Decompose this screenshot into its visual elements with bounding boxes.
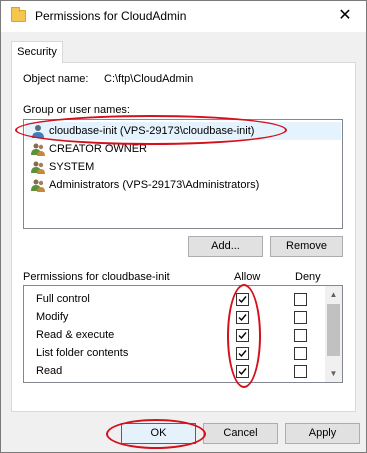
- allow-column-header: Allow: [234, 271, 261, 283]
- permission-name: Read: [36, 365, 63, 377]
- close-button[interactable]: ✕: [324, 1, 366, 31]
- user-name: CREATOR OWNER: [49, 143, 147, 155]
- list-item[interactable]: cloudbase-init (VPS-29173\cloudbase-init…: [25, 122, 341, 140]
- apply-button[interactable]: Apply: [285, 423, 360, 444]
- ok-button[interactable]: OK: [121, 423, 196, 444]
- table-row: Full control: [24, 291, 324, 309]
- remove-button[interactable]: Remove: [270, 236, 343, 257]
- folder-icon: [11, 7, 26, 22]
- permission-name: Modify: [36, 311, 69, 323]
- user-name: Administrators (VPS-29173\Administrators…: [49, 179, 260, 191]
- scroll-thumb[interactable]: [327, 304, 340, 356]
- users-group-icon: [31, 161, 45, 174]
- object-name-label: Object name:: [23, 73, 89, 85]
- user-name: SYSTEM: [49, 161, 95, 173]
- permissions-list: Full control Modify Read & execute List …: [23, 285, 343, 383]
- users-group-icon: [31, 143, 45, 156]
- deny-modify-checkbox[interactable]: [294, 311, 307, 324]
- group-or-user-names-label: Group or user names:: [23, 104, 130, 116]
- object-name-value: C:\ftp\CloudAdmin: [104, 73, 194, 85]
- table-row: Modify: [24, 309, 324, 327]
- allow-modify-checkbox[interactable]: [236, 311, 249, 324]
- deny-full-control-checkbox[interactable]: [294, 293, 307, 306]
- permissions-label: Permissions for cloudbase-init: [23, 271, 170, 283]
- users-group-icon: [31, 179, 45, 192]
- allow-read-execute-checkbox[interactable]: [236, 329, 249, 342]
- scroll-down-arrow-icon[interactable]: ▼: [325, 365, 342, 382]
- permission-name: Read & execute: [36, 329, 115, 341]
- cancel-button[interactable]: Cancel: [203, 423, 278, 444]
- list-item[interactable]: Administrators (VPS-29173\Administrators…: [25, 176, 341, 194]
- deny-read-execute-checkbox[interactable]: [294, 329, 307, 342]
- permissions-dialog: Permissions for CloudAdmin ✕ Security Ob…: [0, 0, 367, 453]
- table-row: Read: [24, 363, 324, 381]
- permission-name: Full control: [36, 293, 90, 305]
- user-icon: [32, 125, 44, 138]
- tab-security[interactable]: Security: [11, 41, 63, 63]
- table-row: List folder contents: [24, 345, 324, 363]
- allow-list-folder-contents-checkbox[interactable]: [236, 347, 249, 360]
- allow-read-checkbox[interactable]: [236, 365, 249, 378]
- window-title: Permissions for CloudAdmin: [35, 9, 187, 23]
- scroll-up-arrow-icon[interactable]: ▲: [325, 286, 342, 303]
- title-bar: Permissions for CloudAdmin ✕: [1, 1, 366, 32]
- permission-name: List folder contents: [36, 347, 129, 359]
- list-item[interactable]: SYSTEM: [25, 158, 341, 176]
- deny-read-checkbox[interactable]: [294, 365, 307, 378]
- list-item[interactable]: CREATOR OWNER: [25, 140, 341, 158]
- table-row: Read & execute: [24, 327, 324, 345]
- deny-column-header: Deny: [295, 271, 321, 283]
- allow-full-control-checkbox[interactable]: [236, 293, 249, 306]
- users-listbox[interactable]: cloudbase-init (VPS-29173\cloudbase-init…: [23, 119, 343, 229]
- permissions-scrollbar[interactable]: ▲ ▼: [325, 286, 342, 382]
- add-button[interactable]: Add...: [188, 236, 263, 257]
- user-name: cloudbase-init (VPS-29173\cloudbase-init…: [49, 125, 255, 137]
- deny-list-folder-contents-checkbox[interactable]: [294, 347, 307, 360]
